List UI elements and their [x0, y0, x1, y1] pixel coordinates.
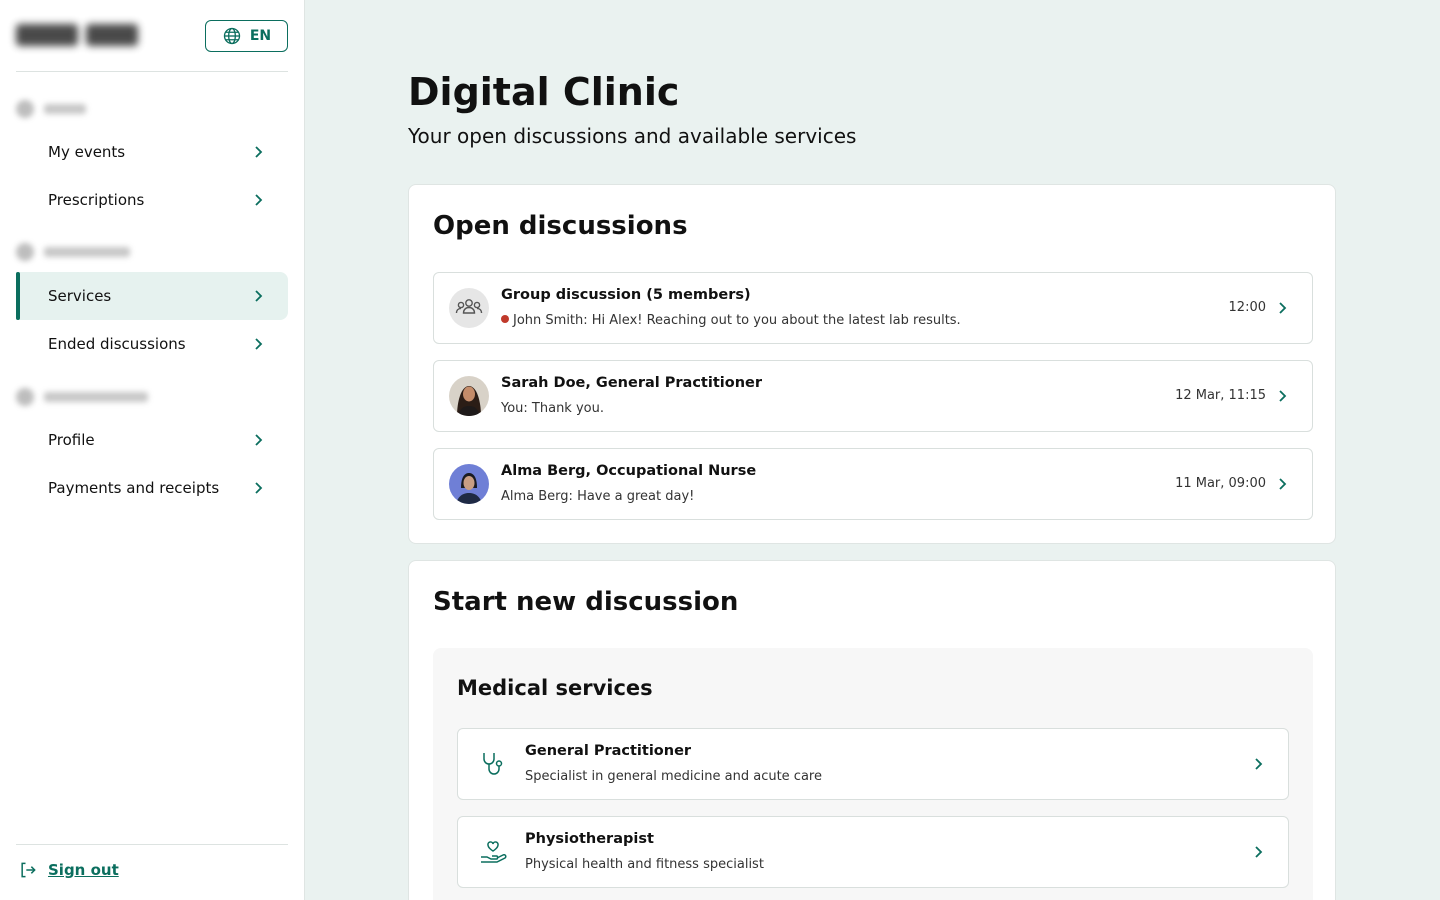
sidebar-item-payments[interactable]: Payments and receipts — [16, 464, 288, 512]
sidebar-divider — [16, 71, 288, 72]
sidebar-divider — [16, 844, 288, 845]
heart-hand-icon — [481, 841, 507, 863]
discussion-row-group[interactable]: Group discussion (5 members) John Smith:… — [433, 272, 1313, 344]
service-physiotherapist[interactable]: Physiotherapist Physical health and fitn… — [457, 816, 1289, 888]
discussion-preview-text: John Smith: Hi Alex! Reaching out to you… — [513, 313, 961, 328]
nav-group-label — [16, 386, 176, 408]
discussion-name: Group discussion (5 members) — [501, 287, 751, 303]
service-name: General Practitioner — [525, 743, 692, 759]
discussion-time: 12 Mar, 11:15 — [1175, 388, 1266, 403]
new-discussion-card: Start new discussion Medical services Ge… — [408, 560, 1336, 900]
chevron-right-icon — [255, 338, 263, 350]
page-title: Digital Clinic — [408, 70, 680, 114]
service-name: Physiotherapist — [525, 831, 654, 847]
sidebar-item-ended-discussions[interactable]: Ended discussions — [16, 320, 288, 368]
sidebar-item-my-events[interactable]: My events — [16, 128, 288, 176]
chevron-right-icon — [255, 434, 263, 446]
discussion-row-sarah-doe[interactable]: Sarah Doe, General Practitioner You: Tha… — [433, 360, 1313, 432]
page-subtitle: Your open discussions and available serv… — [408, 124, 857, 148]
discussion-row-alma-berg[interactable]: Alma Berg, Occupational Nurse Alma Berg:… — [433, 448, 1313, 520]
chevron-right-icon — [255, 194, 263, 206]
sign-out-label: Sign out — [48, 861, 119, 879]
group-avatar — [449, 288, 489, 328]
sidebar-item-label: My events — [48, 143, 126, 161]
sign-out-link[interactable]: Sign out — [18, 860, 119, 880]
brand-logo — [16, 24, 146, 50]
open-discussions-card: Open discussions Group discussion (5 mem… — [408, 184, 1336, 544]
sign-out-icon — [21, 862, 36, 878]
chevron-right-icon — [1255, 846, 1263, 858]
language-button[interactable]: EN — [205, 20, 288, 52]
chevron-right-icon — [255, 146, 263, 158]
chevron-right-icon — [1255, 758, 1263, 770]
avatar — [449, 376, 489, 416]
chevron-right-icon — [1279, 390, 1287, 402]
service-description: Physical health and fitness specialist — [525, 857, 764, 872]
sidebar-item-prescriptions[interactable]: Prescriptions — [16, 176, 288, 224]
sidebar-item-label: Ended discussions — [48, 335, 186, 353]
discussion-time: 11 Mar, 09:00 — [1175, 476, 1266, 491]
sidebar-item-label: Prescriptions — [48, 191, 145, 209]
sidebar-item-label: Payments and receipts — [48, 479, 220, 497]
open-discussions-title: Open discussions — [433, 211, 688, 241]
sidebar-item-profile[interactable]: Profile — [16, 416, 288, 464]
group-icon — [455, 299, 483, 314]
new-discussion-title: Start new discussion — [433, 587, 739, 617]
service-general-practitioner[interactable]: General Practitioner Specialist in gener… — [457, 728, 1289, 800]
chevron-right-icon — [1279, 302, 1287, 314]
discussion-name: Sarah Doe, General Practitioner — [501, 375, 762, 391]
chevron-right-icon — [1279, 478, 1287, 490]
avatar-photo — [449, 376, 489, 416]
brand-row: EN — [16, 20, 288, 52]
medical-services-title: Medical services — [457, 676, 653, 700]
avatar — [449, 464, 489, 504]
stethoscope-icon — [483, 753, 503, 775]
discussion-preview: John Smith: Hi Alex! Reaching out to you… — [501, 313, 961, 328]
discussion-name: Alma Berg, Occupational Nurse — [501, 463, 757, 479]
medical-services-panel: Medical services General Practitioner Sp… — [433, 648, 1313, 900]
language-label: EN — [249, 28, 272, 44]
avatar-photo — [449, 464, 489, 504]
discussion-preview: You: Thank you. — [501, 401, 604, 416]
discussion-time: 12:00 — [1228, 300, 1266, 315]
service-description: Specialist in general medicine and acute… — [525, 769, 822, 784]
chevron-right-icon — [255, 290, 263, 302]
nav-group-label — [16, 241, 176, 263]
discussion-preview: Alma Berg: Have a great day! — [501, 489, 695, 504]
sidebar-item-services[interactable]: Services — [16, 272, 288, 320]
chevron-right-icon — [255, 482, 263, 494]
sidebar-item-label: Profile — [48, 431, 95, 449]
unread-indicator — [501, 315, 509, 323]
globe-icon — [223, 27, 241, 45]
nav-group-label — [16, 98, 176, 120]
sidebar-item-label: Services — [48, 287, 112, 305]
sidebar: EN My events Prescriptions Services Ende… — [0, 0, 305, 900]
